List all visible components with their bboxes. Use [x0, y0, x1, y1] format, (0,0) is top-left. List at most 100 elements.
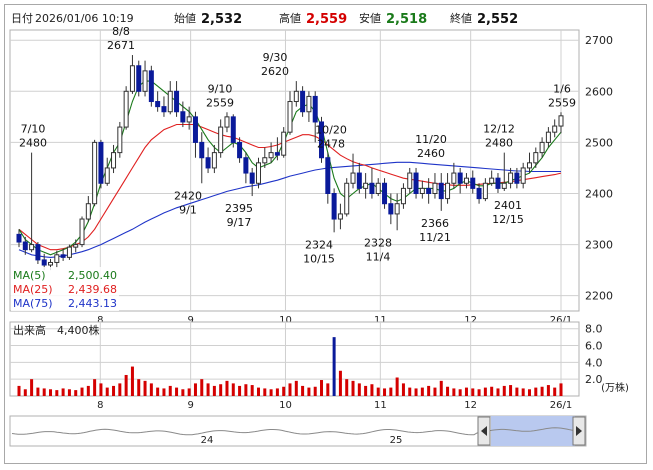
candle-body	[41, 259, 47, 266]
volume-bar	[269, 389, 273, 396]
price-y-tick: 2600	[585, 85, 613, 98]
navigator-left-handle[interactable]	[477, 416, 491, 446]
candle-body	[419, 187, 425, 194]
volume-bar	[401, 383, 405, 396]
candle-body	[394, 203, 400, 215]
candle-body	[400, 187, 406, 205]
volume-bar	[250, 385, 254, 396]
volume-bar	[137, 379, 141, 396]
annotation-date: 7/10	[21, 123, 46, 136]
high-label: 高値	[279, 11, 301, 25]
candle-body	[48, 261, 54, 266]
candle-body	[79, 218, 85, 246]
volume-title: 出来高	[13, 323, 46, 337]
volume-bar	[168, 385, 172, 396]
navigator-label-25: 25	[390, 435, 403, 446]
annotation-date: 2324	[305, 238, 333, 251]
volume-bar	[427, 385, 431, 396]
candle-body	[426, 187, 432, 194]
volume-bar	[332, 337, 336, 396]
open-value: 2,532	[201, 12, 242, 27]
candle-body	[312, 95, 318, 123]
candle-body	[237, 141, 243, 159]
low-label: 安値	[359, 11, 381, 25]
navigator-right-handle[interactable]	[572, 416, 586, 446]
volume-bar	[181, 389, 185, 396]
candle-body	[255, 162, 261, 184]
volume-bar	[282, 386, 286, 396]
price-y-tick: 2500	[585, 136, 613, 149]
volume-bar	[187, 388, 191, 396]
volume-x-tick: 8	[97, 400, 103, 411]
annotation-date: 1/6	[553, 82, 571, 95]
volume-bar	[420, 387, 424, 396]
annotation-value: 11/21	[419, 231, 451, 244]
price-y-tick: 2700	[585, 34, 613, 47]
candle-body	[60, 254, 66, 258]
annotation-value: 2478	[317, 138, 345, 151]
candle-body	[293, 90, 299, 103]
volume-bar	[414, 388, 418, 396]
volume-x-tick: 11	[374, 400, 387, 411]
volume-x-tick: 9	[187, 400, 193, 411]
candle-body	[224, 116, 230, 128]
candle-body	[287, 101, 293, 133]
volume-bar	[326, 383, 330, 396]
candle-body	[306, 95, 312, 113]
volume-bar	[23, 389, 27, 396]
candle-body	[186, 116, 192, 123]
candle-body	[438, 182, 444, 200]
volume-bar	[275, 388, 279, 396]
candle-body	[300, 90, 306, 113]
candle-body	[123, 90, 129, 128]
candle-body	[350, 172, 356, 184]
range-navigator[interactable]: 24 25	[9, 415, 587, 447]
volume-bar	[219, 384, 223, 396]
volume-bar	[351, 380, 355, 396]
candle-body	[249, 172, 255, 184]
volume-bar	[112, 385, 116, 396]
candle-body	[457, 172, 463, 184]
high-value: 2,559	[306, 12, 347, 27]
volume-unit: (万株)	[601, 381, 629, 394]
candle-body	[211, 152, 217, 169]
volume-bar	[509, 385, 513, 396]
volume-bar	[527, 389, 531, 396]
volume-bar	[130, 366, 134, 396]
volume-bar	[433, 387, 437, 396]
volume-bar	[439, 380, 443, 396]
candle-body	[470, 177, 476, 189]
volume-bar	[301, 385, 305, 396]
header-bar: 日付 2026/01/06 10:19 始値 2,532 高値 2,559 安値…	[11, 11, 518, 27]
annotation-value: 2460	[417, 147, 445, 160]
price-y-tick: 2200	[585, 290, 613, 303]
candle-body	[16, 233, 22, 243]
candle-body	[192, 116, 198, 143]
volume-bar	[383, 388, 387, 396]
volume-bar	[496, 388, 500, 396]
legend-ma5-label: MA(5)	[13, 269, 46, 282]
volume-bar	[553, 387, 557, 396]
candle-body	[35, 244, 41, 261]
volume-bar	[515, 387, 519, 396]
candle-body	[98, 141, 104, 184]
volume-y-axis: 8.0 6.0 4.0 2.0	[585, 323, 603, 386]
candle-body	[281, 131, 287, 156]
volume-bar	[490, 386, 494, 396]
candle-body	[136, 65, 142, 92]
price-y-tick: 2300	[585, 239, 613, 252]
volume-bar	[49, 389, 53, 396]
annotation-date: 9/10	[208, 82, 233, 95]
legend-ma75-label: MA(75)	[13, 297, 53, 310]
candle-body	[218, 126, 224, 154]
annotation-value: 2559	[548, 96, 576, 109]
volume-bar	[86, 385, 90, 396]
volume-bar	[244, 384, 248, 396]
close-label: 終値	[450, 11, 472, 25]
candle-body	[325, 157, 331, 194]
volume-bar	[162, 388, 166, 396]
volume-bar	[118, 383, 122, 396]
volume-bar	[193, 383, 197, 396]
volume-x-tick: 12	[464, 400, 477, 411]
candle-body	[552, 125, 558, 133]
